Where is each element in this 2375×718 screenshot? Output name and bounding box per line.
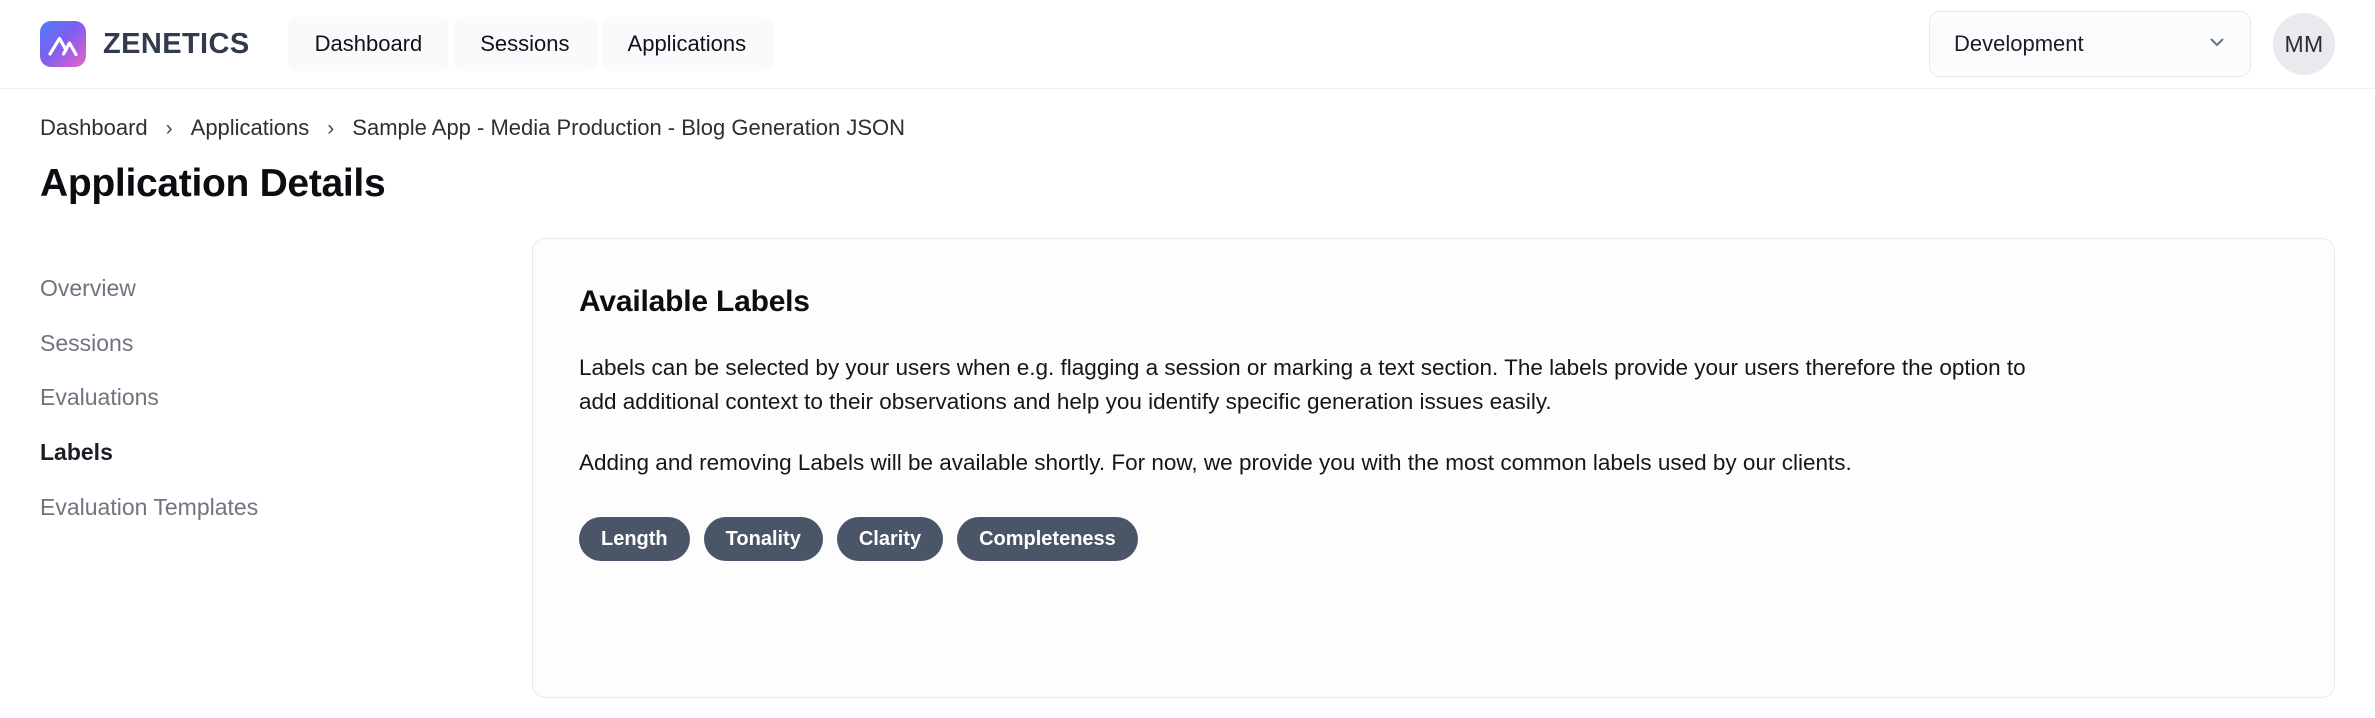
breadcrumb-separator-icon: ›	[165, 116, 173, 140]
available-labels-card: Available Labels Labels can be selected …	[532, 237, 2335, 698]
sidebar-item-evaluation-templates[interactable]: Evaluation Templates	[40, 480, 532, 535]
label-chip-clarity[interactable]: Clarity	[836, 517, 944, 562]
breadcrumb: Dashboard › Applications › Sample App - …	[40, 115, 2335, 141]
page-body: Overview Sessions Evaluations Labels Eva…	[0, 206, 2375, 698]
label-chip-completeness[interactable]: Completeness	[957, 517, 1138, 562]
card-title: Available Labels	[579, 284, 810, 318]
labels-description-paragraph-1: Labels can be selected by your users whe…	[579, 354, 2026, 415]
avatar[interactable]: MM	[2273, 13, 2335, 75]
brand-logo[interactable]: ZENETICS	[40, 21, 250, 67]
breadcrumb-item-dashboard[interactable]: Dashboard	[40, 115, 148, 141]
sidebar-navigation: Overview Sessions Evaluations Labels Eva…	[40, 238, 532, 535]
chevron-down-icon	[2206, 31, 2228, 58]
sidebar-item-evaluations[interactable]: Evaluations	[40, 370, 532, 425]
header-right-group: Development MM	[1929, 11, 2335, 77]
label-chip-list: Length Tonality Clarity Completeness	[579, 517, 2288, 562]
labels-description-paragraph-2: Adding and removing Labels will be avail…	[579, 450, 1852, 476]
environment-select-value: Development	[1954, 31, 2084, 56]
nav-item-sessions[interactable]: Sessions	[453, 16, 597, 72]
mountain-logo-icon	[40, 21, 86, 67]
top-header-bar: ZENETICS Dashboard Sessions Applications…	[0, 0, 2375, 89]
label-chip-tonality[interactable]: Tonality	[703, 517, 823, 562]
nav-item-dashboard[interactable]: Dashboard	[287, 16, 450, 72]
breadcrumb-separator-icon: ›	[327, 116, 335, 140]
nav-item-applications[interactable]: Applications	[600, 16, 774, 72]
page-header-section: Dashboard › Applications › Sample App - …	[0, 89, 2375, 206]
sidebar-item-labels[interactable]: Labels	[40, 425, 532, 480]
environment-select[interactable]: Development	[1929, 11, 2251, 77]
label-chip-length[interactable]: Length	[579, 517, 690, 562]
brand-name: ZENETICS	[103, 27, 250, 60]
page-title: Application Details	[40, 162, 386, 205]
main-navigation: Dashboard Sessions Applications	[287, 16, 774, 72]
breadcrumb-item-current: Sample App - Media Production - Blog Gen…	[352, 115, 906, 140]
sidebar-item-sessions[interactable]: Sessions	[40, 316, 532, 371]
sidebar-item-overview[interactable]: Overview	[40, 261, 532, 316]
breadcrumb-item-applications[interactable]: Applications	[191, 115, 310, 141]
